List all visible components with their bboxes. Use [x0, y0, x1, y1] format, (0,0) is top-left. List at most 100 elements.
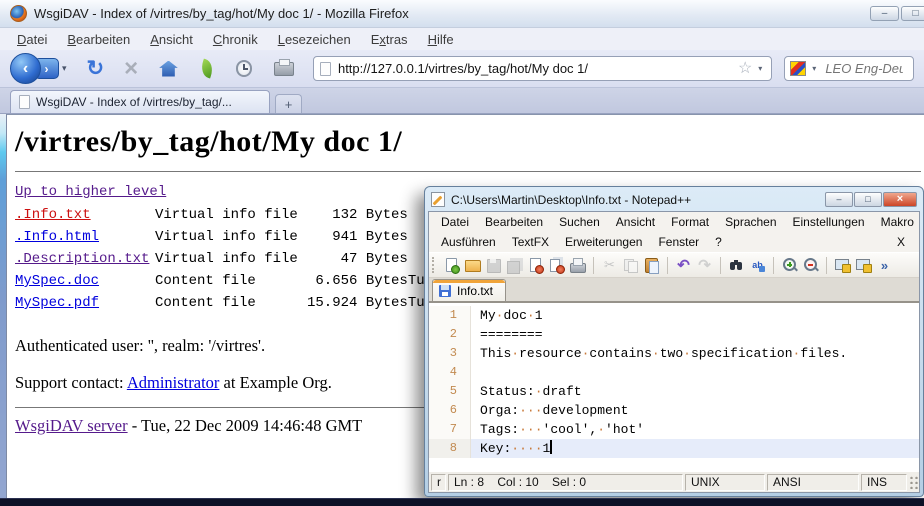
- history-dropdown-icon[interactable]: ▾: [62, 63, 67, 74]
- file-date-cell: [408, 226, 425, 248]
- menu-ansicht[interactable]: Ansicht: [141, 30, 202, 49]
- np-menubar-row1: DateiBearbeitenSuchenAnsichtFormatSprach…: [429, 212, 919, 232]
- wsgidav-server-link[interactable]: WsgiDAV server: [15, 416, 128, 435]
- np-restore-button[interactable]: □: [854, 192, 882, 207]
- np-close-button[interactable]: ×: [883, 192, 917, 207]
- line-number: 6: [429, 401, 471, 420]
- file-table: .Info.txtVirtual info file132 Bytes.Info…: [15, 204, 425, 314]
- save-all-icon[interactable]: [506, 257, 523, 273]
- notepadpp-window: C:\Users\Martin\Desktop\Info.txt - Notep…: [424, 186, 924, 497]
- close-file-icon[interactable]: [527, 257, 544, 273]
- status-doc-type: r: [431, 474, 446, 491]
- close-all-icon[interactable]: [548, 257, 565, 273]
- editor-line[interactable]: 6Orga:···development: [429, 401, 919, 420]
- file-name-cell: MySpec.pdf: [15, 292, 155, 314]
- search-engine-dropdown-icon[interactable]: ▾: [806, 64, 819, 73]
- menu-datei[interactable]: Datei: [8, 30, 56, 49]
- file-link[interactable]: .Info.txt: [15, 207, 91, 223]
- editor-line[interactable]: 7Tags:···'cool',·'hot': [429, 420, 919, 439]
- cut-icon[interactable]: [601, 257, 618, 273]
- replace-icon[interactable]: [749, 257, 766, 273]
- np-menu-ansicht[interactable]: Ansicht: [608, 214, 663, 230]
- stop-icon[interactable]: ×: [124, 57, 138, 81]
- zoom-in-icon[interactable]: [781, 257, 798, 273]
- back-button[interactable]: ‹: [10, 53, 41, 84]
- new-file-icon[interactable]: [443, 257, 460, 273]
- bookmark-star-icon[interactable]: ☆: [738, 61, 752, 77]
- maximize-button[interactable]: □: [901, 6, 924, 21]
- toolbar-grip[interactable]: [432, 257, 436, 273]
- file-link[interactable]: MySpec.doc: [15, 273, 99, 289]
- tab-info-txt[interactable]: Info.txt: [432, 279, 506, 301]
- line-text: Orga:···development: [471, 401, 628, 420]
- menu-extras[interactable]: Extras: [362, 30, 417, 49]
- editor-line[interactable]: 3This·resource·contains·two·specificatio…: [429, 344, 919, 363]
- np-menu-sprachen[interactable]: Sprachen: [717, 214, 784, 230]
- firefox-tabbar: WsgiDAV - Index of /virtres/by_tag/... +: [0, 88, 924, 114]
- undo-icon[interactable]: [675, 257, 692, 273]
- np-menu-ausf-hren[interactable]: Ausführen: [433, 234, 504, 250]
- menu-hilfe[interactable]: Hilfe: [419, 30, 463, 49]
- np-menu-help[interactable]: ?: [707, 234, 730, 250]
- up-to-higher-level-link[interactable]: Up to higher level: [15, 184, 166, 200]
- file-link[interactable]: .Info.html: [15, 229, 99, 245]
- redo-icon[interactable]: [696, 257, 713, 273]
- text-editor[interactable]: 1My·doc·12========3This·resource·contain…: [429, 302, 919, 472]
- history-clock-icon[interactable]: [236, 60, 253, 77]
- zoom-out-icon[interactable]: [802, 257, 819, 273]
- np-close-document-button[interactable]: X: [897, 235, 915, 249]
- administrator-link[interactable]: Administrator: [127, 373, 220, 392]
- site-favicon: [320, 62, 331, 76]
- file-name-cell: .Description.txt: [15, 248, 155, 270]
- url-dropdown-icon[interactable]: ▾: [752, 64, 765, 73]
- leo-search-engine-icon[interactable]: [790, 61, 806, 76]
- menu-chronik[interactable]: Chronik: [204, 30, 267, 49]
- line-number: 8: [429, 439, 471, 458]
- editor-line[interactable]: 2========: [429, 325, 919, 344]
- print-icon[interactable]: [274, 62, 294, 76]
- copy-icon[interactable]: [622, 257, 639, 273]
- notepadpp-titlebar[interactable]: C:\Users\Martin\Desktop\Info.txt - Notep…: [428, 190, 920, 211]
- url-bar[interactable]: ☆ ▾: [313, 56, 772, 81]
- editor-line[interactable]: 5Status:·draft: [429, 382, 919, 401]
- file-date-cell: Tu: [408, 270, 425, 292]
- menu-lesezeichen[interactable]: Lesezeichen: [269, 30, 360, 49]
- print-icon[interactable]: [569, 257, 586, 273]
- toolbar-overflow-icon[interactable]: [876, 257, 893, 273]
- np-menu-suchen[interactable]: Suchen: [551, 214, 608, 230]
- find-icon[interactable]: [728, 257, 745, 273]
- sync-vertical-scroll-icon[interactable]: [834, 257, 851, 273]
- save-file-icon[interactable]: [485, 257, 502, 273]
- editor-line[interactable]: 8Key:····1: [429, 439, 919, 458]
- np-menu-erweiterungen[interactable]: Erweiterungen: [557, 234, 650, 250]
- np-menu-format[interactable]: Format: [663, 214, 717, 230]
- search-bar[interactable]: ▾: [784, 56, 914, 81]
- np-menu-einstellungen[interactable]: Einstellungen: [785, 214, 873, 230]
- np-menu-fenster[interactable]: Fenster: [650, 234, 707, 250]
- search-input[interactable]: [819, 60, 905, 77]
- editor-line[interactable]: 4: [429, 363, 919, 382]
- sync-horizontal-scroll-icon[interactable]: [855, 257, 872, 273]
- new-tab-button[interactable]: +: [275, 94, 302, 113]
- np-menu-bearbeiten[interactable]: Bearbeiten: [477, 214, 551, 230]
- np-menu-textfx[interactable]: TextFX: [504, 234, 557, 250]
- paste-icon[interactable]: [643, 257, 660, 273]
- status-eol-format: UNIX: [685, 474, 765, 491]
- np-minimize-button[interactable]: –: [825, 192, 853, 207]
- url-input[interactable]: [331, 61, 738, 76]
- file-row: MySpec.pdfContent file15.924 BytesTu: [15, 292, 425, 314]
- file-link[interactable]: MySpec.pdf: [15, 295, 99, 311]
- menu-bearbeiten[interactable]: Bearbeiten: [58, 30, 139, 49]
- file-link[interactable]: .Description.txt: [15, 251, 149, 267]
- home-icon[interactable]: [159, 61, 178, 77]
- resize-grip[interactable]: [908, 474, 918, 491]
- np-menu-makro[interactable]: Makro: [873, 214, 922, 230]
- editor-line[interactable]: 1My·doc·1: [429, 306, 919, 325]
- tab-wsgidav[interactable]: WsgiDAV - Index of /virtres/by_tag/...: [10, 90, 270, 113]
- reload-icon[interactable]: ↻: [87, 58, 105, 79]
- minimize-button[interactable]: –: [870, 6, 899, 21]
- line-text: [471, 363, 480, 382]
- leaf-addon-icon[interactable]: [198, 59, 214, 79]
- np-menu-datei[interactable]: Datei: [433, 214, 477, 230]
- open-file-icon[interactable]: [464, 257, 481, 273]
